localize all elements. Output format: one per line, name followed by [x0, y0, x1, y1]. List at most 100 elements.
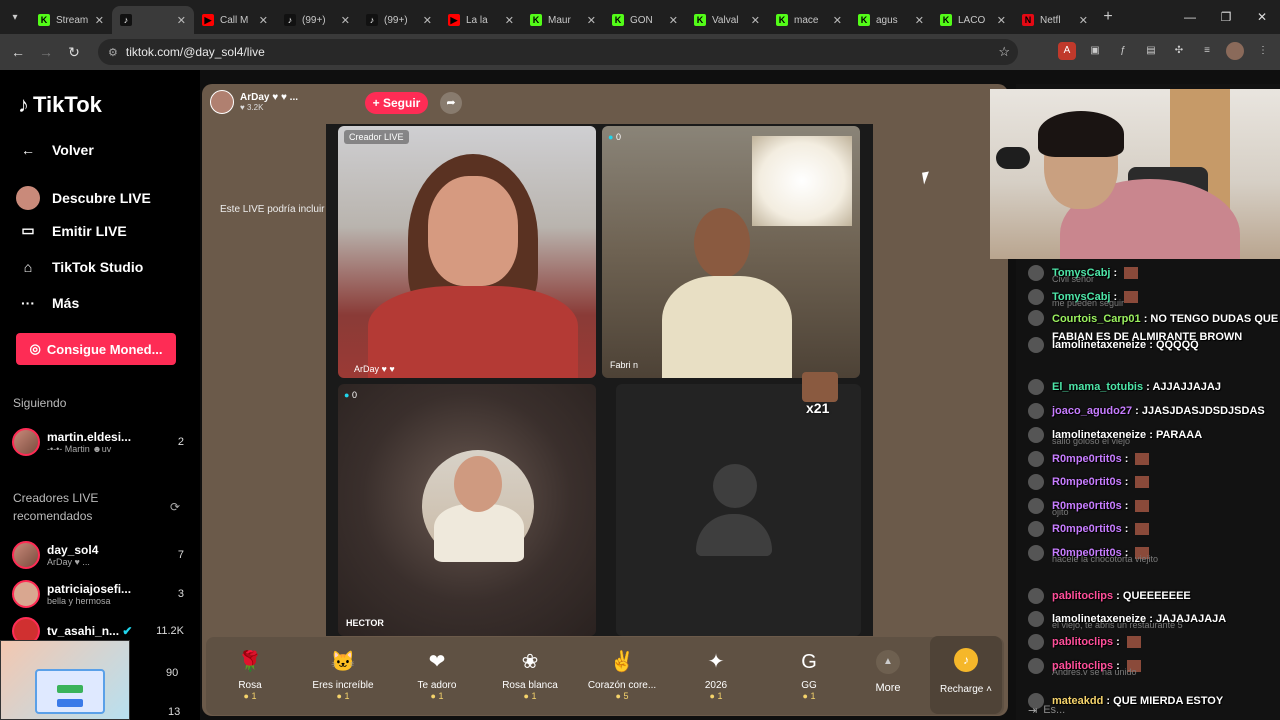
browser-tab[interactable]: K Valval ✕: [686, 6, 768, 34]
gift-item[interactable]: ✦ 2026 ● 1: [676, 648, 756, 701]
recharge-button[interactable]: ♪ Recharge ˄: [930, 636, 1002, 714]
restore-icon[interactable]: ❐: [1208, 0, 1244, 34]
chat-avatar[interactable]: [1028, 265, 1044, 281]
follow-button[interactable]: + Seguir: [365, 92, 428, 114]
chat-avatar[interactable]: [1028, 403, 1044, 419]
gift-item[interactable]: G GG ● 1: [769, 648, 849, 701]
chat-username[interactable]: pablitoclips: [1052, 636, 1113, 648]
chat-avatar[interactable]: [1028, 474, 1044, 490]
chat-username[interactable]: pablitoclips: [1052, 590, 1113, 602]
extension-icon-3[interactable]: ▤: [1142, 42, 1160, 60]
chat-avatar[interactable]: [1028, 521, 1044, 537]
chat-avatar[interactable]: [1028, 611, 1044, 627]
profile-avatar[interactable]: [1226, 42, 1244, 60]
chat-avatar[interactable]: [1028, 337, 1044, 353]
chat-username[interactable]: El_mama_totubis: [1052, 381, 1143, 393]
reload-icon[interactable]: ↻: [60, 44, 88, 61]
chat-avatar[interactable]: [1028, 451, 1044, 467]
chat-avatar[interactable]: [1028, 658, 1044, 674]
url-field[interactable]: ⚙ tiktok.com/@day_sol4/live ☆: [98, 39, 1018, 65]
media-icon[interactable]: ≡: [1198, 42, 1216, 60]
guest-cell-2[interactable]: ● 0 Fabri n: [602, 126, 860, 378]
tab-close-icon[interactable]: ✕: [177, 14, 186, 27]
chat-username[interactable]: lamolinetaxeneize: [1052, 339, 1146, 351]
tab-close-icon[interactable]: ✕: [587, 14, 596, 27]
browser-tab[interactable]: ♪ ✕: [112, 6, 194, 34]
chat-avatar[interactable]: [1028, 634, 1044, 650]
nav-back[interactable]: ← Volver: [16, 142, 94, 158]
chat-input-row[interactable]: ⇥ Es...: [1028, 700, 1280, 720]
empty-guest-slot[interactable]: [616, 384, 861, 636]
browser-tab[interactable]: K Stream ✕: [30, 6, 112, 34]
browser-tab[interactable]: ▶ La la ✕: [440, 6, 522, 34]
nav-studio[interactable]: ⌂ TikTok Studio: [16, 259, 144, 275]
menu-icon[interactable]: ⋮: [1254, 42, 1272, 60]
browser-tab[interactable]: ▶ Call M ✕: [194, 6, 276, 34]
adblock-icon[interactable]: A: [1058, 42, 1076, 60]
tab-close-icon[interactable]: ✕: [669, 14, 678, 27]
extension-icon-2[interactable]: ƒ: [1114, 42, 1132, 60]
tab-search-icon[interactable]: ▾: [0, 12, 30, 23]
tab-close-icon[interactable]: ✕: [1079, 14, 1088, 27]
tab-close-icon[interactable]: ✕: [751, 14, 760, 27]
following-account[interactable]: martin.eldesi... -•-•- Martin ☻uv 2: [12, 424, 184, 460]
recommended-account[interactable]: day_sol4 ArDay ♥ ... 7: [12, 537, 184, 573]
refresh-icon[interactable]: ⟳: [170, 500, 180, 514]
browser-tab[interactable]: K LACO ✕: [932, 6, 1014, 34]
gift-item[interactable]: ❤ Te adoro ● 1: [397, 648, 477, 701]
chat-avatar[interactable]: [1028, 289, 1044, 305]
chat-avatar[interactable]: [1028, 310, 1044, 326]
chat-input[interactable]: Es...: [1043, 704, 1065, 716]
tab-close-icon[interactable]: ✕: [505, 14, 514, 27]
chat-emoji-icon[interactable]: ⇥: [1028, 704, 1037, 717]
chat-avatar[interactable]: [1028, 498, 1044, 514]
tab-close-icon[interactable]: ✕: [833, 14, 842, 27]
minimize-icon[interactable]: —: [1172, 0, 1208, 34]
browser-tab[interactable]: N Netfl ✕: [1014, 6, 1096, 34]
browser-tab[interactable]: ♪ (99+) ✕: [358, 6, 440, 34]
puzzle-icon[interactable]: ✣: [1170, 42, 1188, 60]
site-info-icon[interactable]: ⚙: [108, 46, 118, 59]
chat-username[interactable]: R0mpe0rtit0s: [1052, 523, 1122, 535]
bookmark-star-icon[interactable]: ☆: [998, 44, 1010, 60]
tiktok-logo[interactable]: ♪ TikTok: [18, 92, 102, 118]
chat-username[interactable]: R0mpe0rtit0s: [1052, 476, 1122, 488]
close-window-icon[interactable]: ✕: [1244, 0, 1280, 34]
gift-item[interactable]: 🌹 Rosa ● 1: [210, 648, 290, 701]
chat-username[interactable]: Courtois_Carp01: [1052, 313, 1141, 325]
back-icon[interactable]: ←: [4, 44, 32, 60]
nav-more[interactable]: ··· Más: [16, 295, 79, 311]
tab-close-icon[interactable]: ✕: [341, 14, 350, 27]
tab-close-icon[interactable]: ✕: [259, 14, 268, 27]
chat-avatar[interactable]: [1028, 588, 1044, 604]
chat-username[interactable]: joaco_agudo27: [1052, 405, 1132, 417]
browser-tab[interactable]: Kagus ✕: [850, 6, 932, 34]
chat-username[interactable]: R0mpe0rtit0s: [1052, 453, 1122, 465]
browser-tab[interactable]: K GON ✕: [604, 6, 686, 34]
host-info[interactable]: ArDay ♥ ♥ ... ♥ 3.2K: [210, 90, 298, 114]
chat-avatar[interactable]: [1028, 379, 1044, 395]
new-tab-button[interactable]: +: [1096, 8, 1120, 26]
guest-cell-3[interactable]: ● 0 HECTOR: [338, 384, 596, 636]
forward-icon[interactable]: →: [32, 44, 60, 60]
share-icon[interactable]: ➦: [440, 92, 462, 114]
more-gifts-button[interactable]: ▲ More: [870, 650, 906, 694]
tab-close-icon[interactable]: ✕: [997, 14, 1006, 27]
nav-discover-live[interactable]: Descubre LIVE: [16, 186, 151, 210]
picture-in-picture-video[interactable]: [0, 640, 130, 720]
browser-tab[interactable]: ♪ (99+) ✕: [276, 6, 358, 34]
browser-tab[interactable]: Kmace ✕: [768, 6, 850, 34]
tab-close-icon[interactable]: ✕: [915, 14, 924, 27]
gift-item[interactable]: 🐱 Eres increíble ● 1: [303, 648, 383, 701]
extension-icon-1[interactable]: ▣: [1086, 42, 1104, 60]
chat-avatar[interactable]: [1028, 545, 1044, 561]
get-coins-button[interactable]: ◎ Consigue Moned...: [16, 333, 176, 365]
browser-tab[interactable]: K Maur ✕: [522, 6, 604, 34]
nav-go-live[interactable]: ▭ Emitir LIVE: [16, 222, 126, 239]
recommended-account[interactable]: patriciajosefi... bella y hermosa 3: [12, 576, 184, 612]
gift-item[interactable]: ❀ Rosa blanca ● 1: [490, 648, 570, 701]
gift-item[interactable]: ✌ Corazón core... ● 5: [582, 648, 662, 701]
tab-close-icon[interactable]: ✕: [423, 14, 432, 27]
guest-cell-host[interactable]: Creador LIVE ArDay ♥ ♥: [338, 126, 596, 378]
chat-avatar[interactable]: [1028, 427, 1044, 443]
